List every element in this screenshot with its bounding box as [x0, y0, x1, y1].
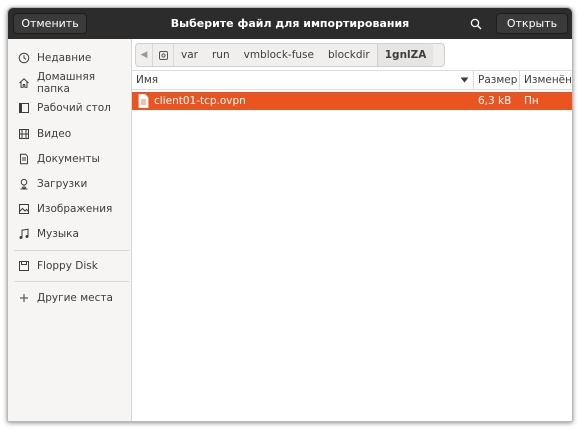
sidebar-item-downloads[interactable]: Загрузки — [8, 172, 131, 196]
image-icon — [17, 202, 31, 216]
sidebar-item-other-locations[interactable]: Другие места — [8, 286, 131, 310]
sidebar-item-recent[interactable]: Недавние — [8, 46, 131, 70]
plus-icon — [17, 291, 31, 305]
sidebar-item-label: Рабочий стол — [37, 102, 111, 114]
sidebar-separator — [14, 250, 129, 251]
document-icon — [17, 152, 31, 166]
sort-descending-icon — [460, 71, 469, 89]
path-segment-var[interactable]: var — [174, 44, 205, 66]
sidebar-item-label: Видео — [37, 128, 72, 140]
home-icon — [17, 76, 31, 90]
sidebar-item-home[interactable]: Домашняя папка — [8, 71, 131, 95]
music-icon — [17, 227, 31, 241]
sidebar-item-label: Документы — [37, 153, 100, 165]
file-row[interactable]: client01-tcp.ovpn 6,3 kB Пн — [132, 92, 572, 110]
clock-icon — [17, 51, 31, 65]
cancel-button[interactable]: Отменить — [13, 13, 87, 34]
path-segment-current[interactable]: 1gnlZA — [376, 44, 434, 66]
download-icon — [17, 177, 31, 191]
sidebar-item-floppy[interactable]: Floppy Disk — [8, 254, 131, 278]
column-header-modified[interactable]: Изменён — [519, 71, 572, 89]
sidebar-item-music[interactable]: Музыка — [8, 222, 131, 246]
file-modified: Пн — [524, 95, 539, 107]
dialog-title: Выберите файл для импортирования — [170, 17, 410, 30]
drive-icon — [158, 50, 168, 60]
file-chooser-dialog: Отменить Выберите файл для импортировани… — [7, 7, 573, 422]
search-icon — [470, 18, 482, 30]
open-button[interactable]: Открыть — [496, 13, 568, 34]
file-list-header: Имя Размер Изменён — [132, 70, 572, 90]
desktop-icon — [17, 101, 31, 115]
sidebar-item-label: Домашняя папка — [36, 71, 96, 95]
file-icon — [138, 94, 149, 108]
chevron-left-icon: ◀ — [140, 50, 148, 60]
path-segment-run[interactable]: run — [205, 44, 237, 66]
sidebar-item-pictures[interactable]: Изображения — [8, 197, 131, 221]
sidebar-item-documents[interactable]: Документы — [8, 147, 131, 171]
search-button[interactable] — [466, 14, 486, 34]
column-header-size[interactable]: Размер — [473, 71, 520, 89]
file-size: 6,3 kB — [478, 95, 512, 107]
header-bar: Отменить Выберите файл для импортировани… — [8, 8, 572, 39]
file-list: Имя Размер Изменён client01-tcp.ovpn 6,3… — [132, 70, 572, 421]
path-bar: ◀ var run vmblock-fuse blockdir 1gnlZA — [135, 43, 445, 67]
path-segment-vmblock-fuse[interactable]: vmblock-fuse — [237, 44, 321, 66]
film-icon — [17, 127, 31, 141]
sidebar-item-label: Другие места — [37, 292, 113, 304]
path-segment-blockdir[interactable]: blockdir — [321, 44, 377, 66]
sidebar-item-label: Недавние — [37, 52, 92, 64]
file-name: client01-tcp.ovpn — [154, 95, 246, 107]
sidebar-item-videos[interactable]: Видео — [8, 122, 131, 146]
sidebar-item-label: Загрузки — [37, 178, 88, 190]
floppy-icon — [17, 259, 31, 273]
sidebar-item-label: Изображения — [37, 203, 113, 215]
places-sidebar: Недавние Домашняя папка Рабочий стол Вид… — [8, 39, 132, 421]
sidebar-item-label: Floppy Disk — [37, 260, 98, 272]
column-header-name[interactable]: Имя — [136, 71, 466, 89]
path-scroll-left-button[interactable]: ◀ — [136, 44, 152, 66]
path-root-button[interactable] — [152, 44, 174, 66]
sidebar-item-label: Музыка — [37, 228, 79, 240]
sidebar-item-desktop[interactable]: Рабочий стол — [8, 96, 131, 120]
sidebar-separator — [14, 281, 129, 282]
